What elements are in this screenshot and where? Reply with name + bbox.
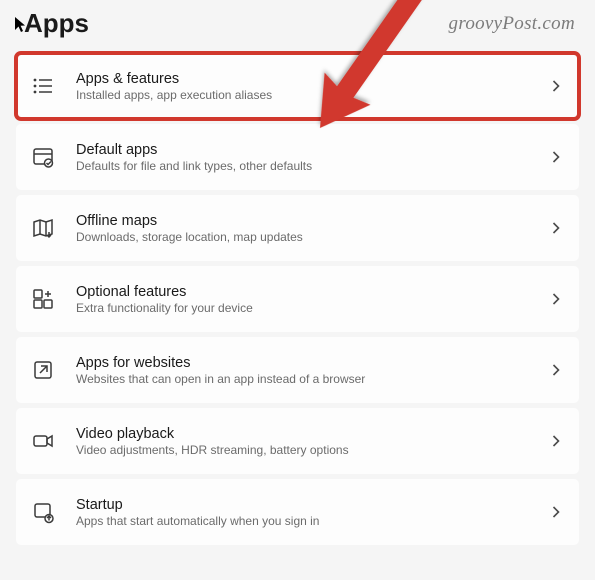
page-title-text: Apps [24, 8, 89, 39]
item-default-apps[interactable]: Default apps Defaults for file and link … [16, 124, 579, 190]
default-apps-icon [30, 144, 56, 170]
chevron-right-icon [549, 79, 563, 93]
chevron-right-icon [549, 292, 563, 306]
apps-features-icon [30, 73, 56, 99]
item-title: Offline maps [76, 213, 529, 229]
settings-list: Apps & features Installed apps, app exec… [0, 53, 595, 545]
item-optional-features[interactable]: Optional features Extra functionality fo… [16, 266, 579, 332]
page-title: Apps [14, 8, 89, 39]
item-apps-features[interactable]: Apps & features Installed apps, app exec… [16, 53, 579, 119]
optional-features-icon [30, 286, 56, 312]
item-title: Apps & features [76, 71, 529, 87]
item-text: Offline maps Downloads, storage location… [76, 213, 529, 244]
item-title: Optional features [76, 284, 529, 300]
startup-icon [30, 499, 56, 525]
item-title: Default apps [76, 142, 529, 158]
chevron-right-icon [549, 150, 563, 164]
item-startup[interactable]: Startup Apps that start automatically wh… [16, 479, 579, 545]
item-subtitle: Defaults for file and link types, other … [76, 159, 529, 173]
item-text: Apps & features Installed apps, app exec… [76, 71, 529, 102]
video-playback-icon [30, 428, 56, 454]
item-subtitle: Installed apps, app execution aliases [76, 88, 529, 102]
chevron-right-icon [549, 434, 563, 448]
item-text: Video playback Video adjustments, HDR st… [76, 426, 529, 457]
item-text: Apps for websites Websites that can open… [76, 355, 529, 386]
item-text: Startup Apps that start automatically wh… [76, 497, 529, 528]
item-subtitle: Video adjustments, HDR streaming, batter… [76, 443, 529, 457]
item-offline-maps[interactable]: Offline maps Downloads, storage location… [16, 195, 579, 261]
item-subtitle: Apps that start automatically when you s… [76, 514, 529, 528]
item-title: Video playback [76, 426, 529, 442]
page-header: Apps groovyPost.com [0, 0, 595, 53]
item-title: Apps for websites [76, 355, 529, 371]
item-subtitle: Downloads, storage location, map updates [76, 230, 529, 244]
item-subtitle: Extra functionality for your device [76, 301, 529, 315]
chevron-right-icon [549, 505, 563, 519]
watermark: groovyPost.com [449, 13, 575, 35]
item-apps-for-websites[interactable]: Apps for websites Websites that can open… [16, 337, 579, 403]
item-text: Default apps Defaults for file and link … [76, 142, 529, 173]
chevron-right-icon [549, 221, 563, 235]
item-title: Startup [76, 497, 529, 513]
offline-maps-icon [30, 215, 56, 241]
apps-for-websites-icon [30, 357, 56, 383]
item-video-playback[interactable]: Video playback Video adjustments, HDR st… [16, 408, 579, 474]
chevron-right-icon [549, 363, 563, 377]
item-subtitle: Websites that can open in an app instead… [76, 372, 529, 386]
item-text: Optional features Extra functionality fo… [76, 284, 529, 315]
